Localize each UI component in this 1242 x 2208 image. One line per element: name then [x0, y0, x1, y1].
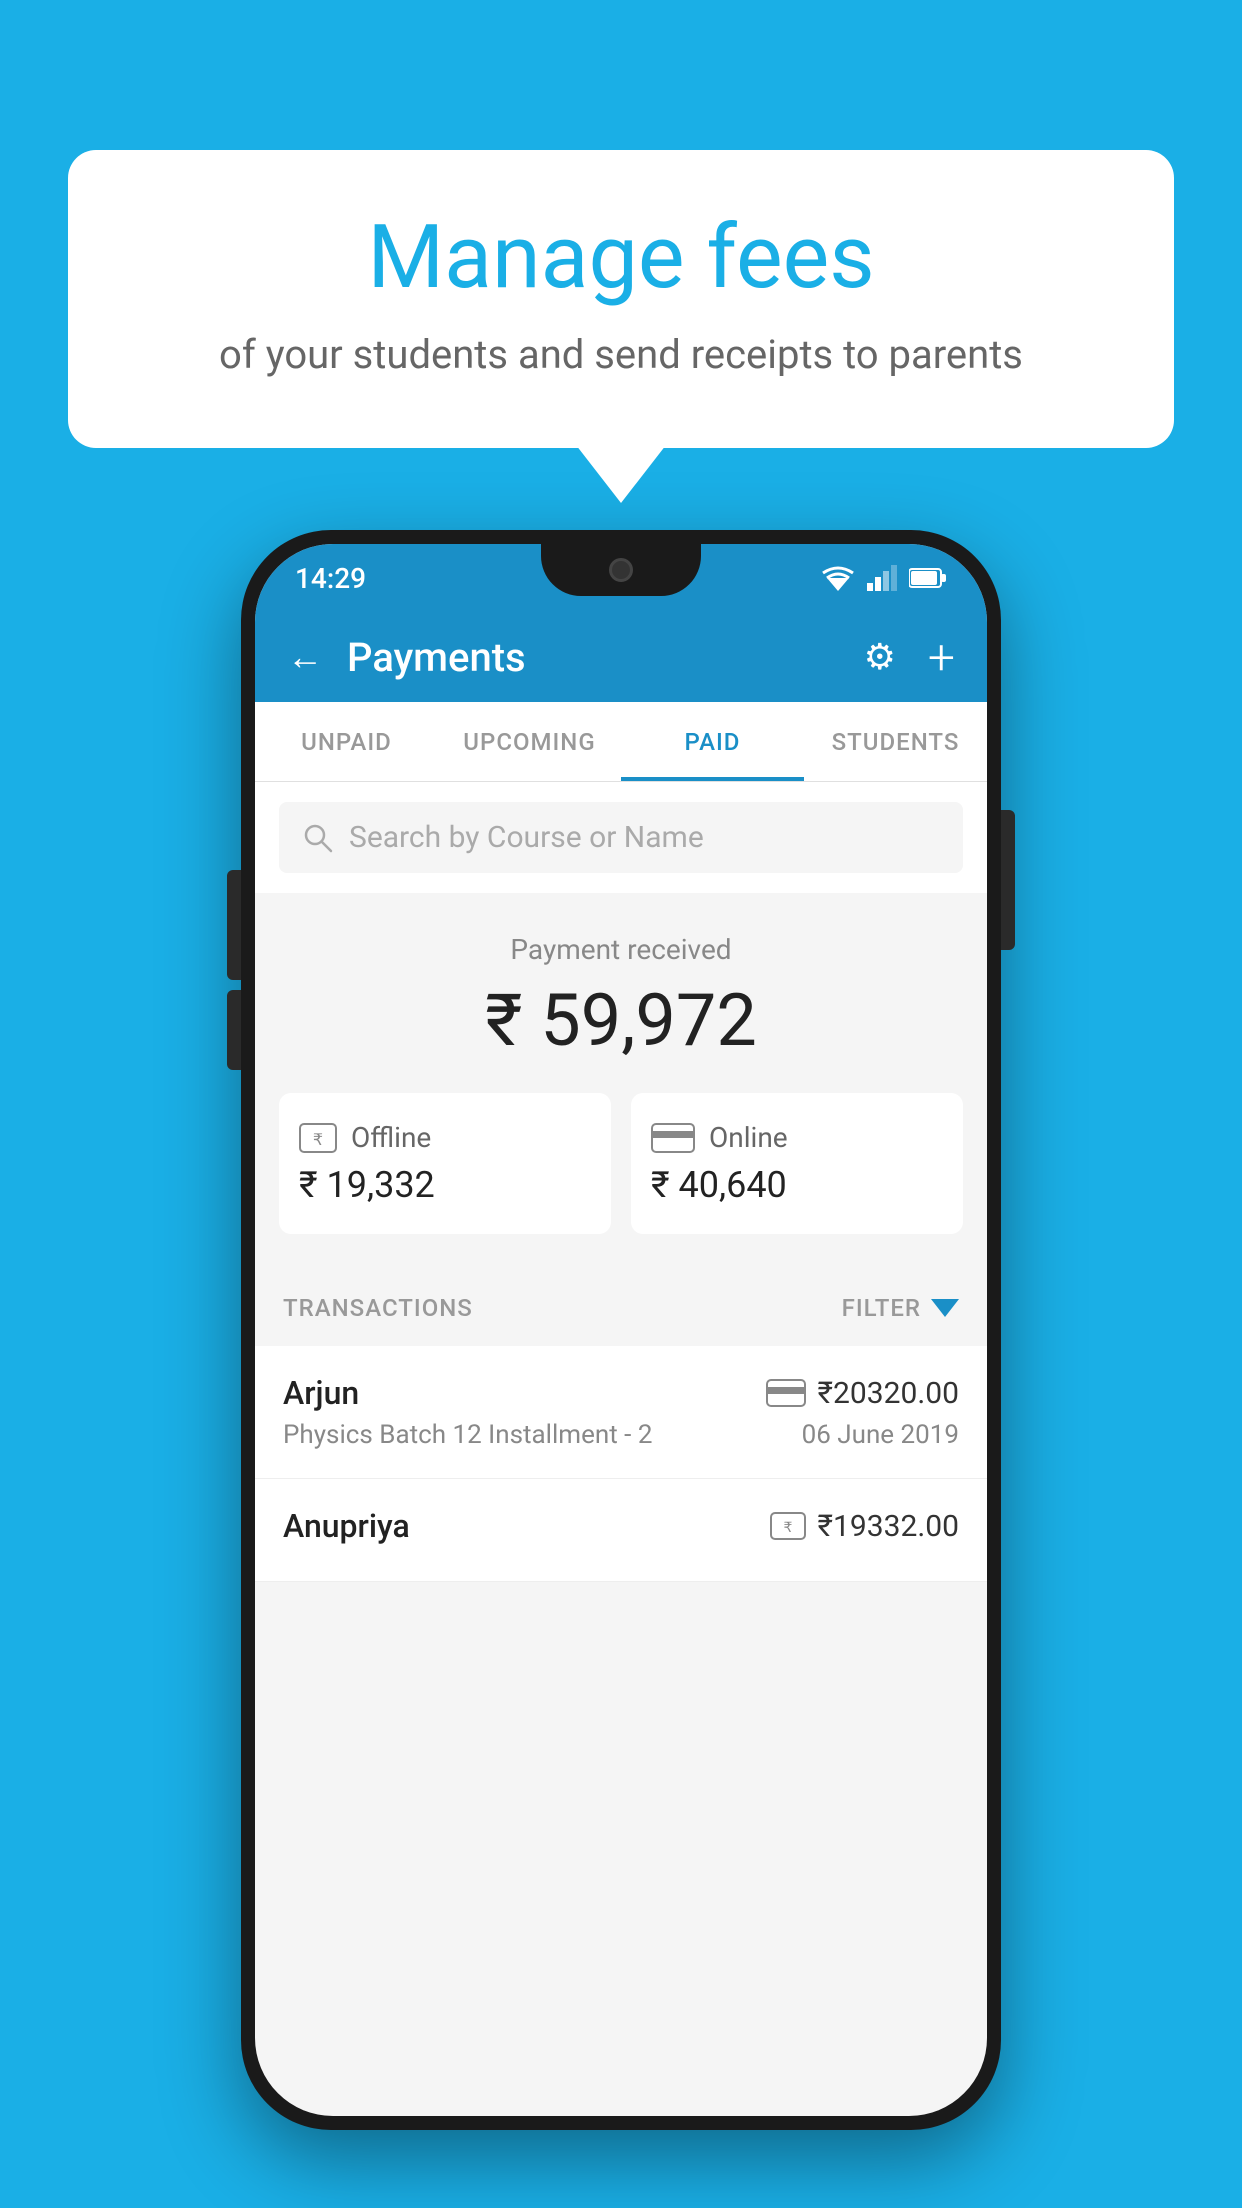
transaction-top-2: Anupriya ₹ ₹19332.00 — [283, 1507, 959, 1545]
svg-text:₹: ₹ — [783, 1519, 792, 1535]
tab-paid[interactable]: PAID — [621, 702, 804, 781]
online-card-type: Online — [709, 1121, 788, 1154]
online-card-header: Online — [651, 1121, 943, 1154]
tab-students[interactable]: STUDENTS — [804, 702, 987, 781]
table-row[interactable]: Anupriya ₹ ₹19332.00 — [255, 1479, 987, 1582]
phone-frame: 14:29 — [241, 530, 1001, 2130]
battery-icon — [909, 567, 947, 589]
tabs-container: UNPAID UPCOMING PAID STUDENTS — [255, 702, 987, 782]
student-name-2: Anupriya — [283, 1507, 410, 1545]
online-payment-card: Online ₹ 40,640 — [631, 1093, 963, 1234]
add-button[interactable]: + — [928, 629, 955, 686]
offline-amount: ₹ 19,332 — [299, 1164, 591, 1206]
app-header: ← Payments ⚙ + — [255, 612, 987, 702]
wifi-icon — [821, 565, 855, 591]
offline-card-header: ₹ Offline — [299, 1121, 591, 1154]
online-icon — [651, 1123, 695, 1153]
bubble-title: Manage fees — [148, 210, 1094, 307]
speech-bubble: Manage fees of your students and send re… — [68, 150, 1174, 448]
header-left: ← Payments — [287, 634, 526, 681]
settings-button[interactable]: ⚙ — [864, 636, 896, 678]
offline-card-type: Offline — [351, 1121, 431, 1154]
phone-screen: 14:29 — [255, 544, 987, 2116]
offline-payment-icon: ₹ — [770, 1512, 806, 1540]
transaction-amount-1: ₹20320.00 — [818, 1376, 959, 1411]
header-title: Payments — [347, 634, 526, 681]
transaction-top-1: Arjun ₹20320.00 — [283, 1374, 959, 1412]
search-icon — [303, 823, 333, 853]
signal-icon — [867, 565, 897, 591]
transaction-bottom-1: Physics Batch 12 Installment - 2 06 June… — [283, 1420, 959, 1450]
payment-label: Payment received — [279, 933, 963, 966]
transaction-right-1: ₹20320.00 — [766, 1376, 959, 1411]
svg-text:₹: ₹ — [313, 1132, 323, 1149]
filter-icon — [931, 1299, 959, 1317]
search-input[interactable]: Search by Course or Name — [349, 820, 704, 855]
payment-summary: Payment received ₹ 59,972 ₹ Offline ₹ 19… — [255, 893, 987, 1270]
back-button[interactable]: ← — [287, 636, 323, 678]
phone-notch — [541, 544, 701, 596]
front-camera — [609, 558, 633, 582]
search-container: Search by Course or Name — [255, 782, 987, 893]
tab-upcoming[interactable]: UPCOMING — [438, 702, 621, 781]
payment-total-amount: ₹ 59,972 — [279, 978, 963, 1063]
speech-bubble-container: Manage fees of your students and send re… — [68, 150, 1174, 448]
table-row[interactable]: Arjun ₹20320.00 Physics Batch 12 Install… — [255, 1346, 987, 1479]
payment-cards: ₹ Offline ₹ 19,332 Online — [279, 1093, 963, 1234]
transactions-label: TRANSACTIONS — [283, 1294, 473, 1322]
course-name-1: Physics Batch 12 Installment - 2 — [283, 1420, 652, 1450]
transaction-right-2: ₹ ₹19332.00 — [770, 1509, 959, 1544]
student-name-1: Arjun — [283, 1374, 359, 1412]
status-time: 14:29 — [295, 562, 366, 595]
bubble-subtitle: of your students and send receipts to pa… — [148, 331, 1094, 378]
card-payment-icon — [766, 1379, 806, 1407]
status-icons — [821, 565, 947, 591]
filter-button[interactable]: FILTER — [842, 1294, 959, 1322]
search-box[interactable]: Search by Course or Name — [279, 802, 963, 873]
offline-payment-card: ₹ Offline ₹ 19,332 — [279, 1093, 611, 1234]
transaction-date-1: 06 June 2019 — [802, 1420, 959, 1450]
tab-unpaid[interactable]: UNPAID — [255, 702, 438, 781]
offline-icon: ₹ — [299, 1123, 337, 1153]
online-amount: ₹ 40,640 — [651, 1164, 943, 1206]
transactions-header: TRANSACTIONS FILTER — [255, 1270, 987, 1346]
header-right: ⚙ + — [864, 629, 955, 686]
transaction-amount-2: ₹19332.00 — [818, 1509, 959, 1544]
